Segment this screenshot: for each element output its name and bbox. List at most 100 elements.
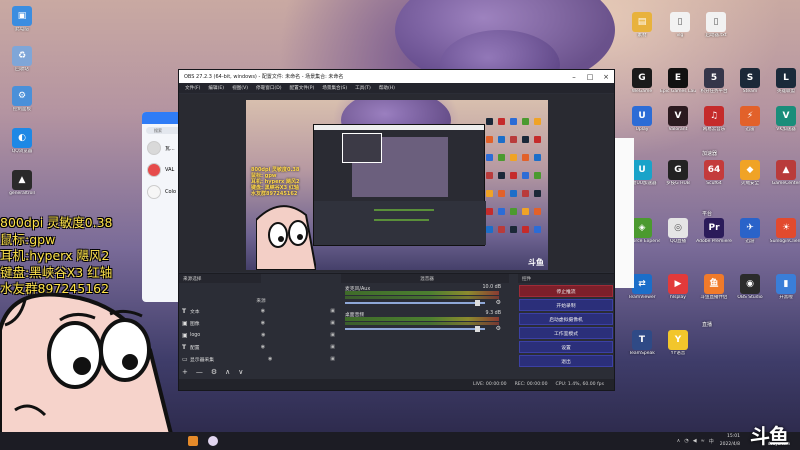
lock-icon[interactable]: ▣ xyxy=(330,344,335,350)
volume-slider[interactable] xyxy=(345,302,485,304)
desktop-shortcut[interactable]: G WeGame xyxy=(624,68,660,95)
desktop-shortcut[interactable]: ▣ 此电脑 xyxy=(4,6,40,33)
source-settings-icon[interactable]: ⚙ xyxy=(211,368,217,376)
desktop-shortcut-label: 回收站 xyxy=(15,67,29,72)
desktop-shortcut-thumbnail xyxy=(534,154,541,161)
menu-item[interactable]: 场景集合(S) xyxy=(322,85,347,91)
visibility-eye-icon[interactable]: ◉ xyxy=(261,344,265,350)
lock-icon[interactable]: ▣ xyxy=(330,332,335,338)
desktop-shortcut[interactable]: Y YY语音 xyxy=(660,330,696,357)
lock-icon[interactable]: ▣ xyxy=(330,308,335,314)
game-center-icon: ▲ xyxy=(776,160,796,180)
source-item[interactable]: ▣ 图像 ◉ ▣ xyxy=(179,317,339,329)
desktop-shortcut[interactable]: ▲ generaltroll xyxy=(4,170,40,197)
menu-item[interactable]: 视图(V) xyxy=(232,85,248,91)
exit-button[interactable]: 退出 xyxy=(519,355,613,367)
desktop-shortcut[interactable]: L 英雄联盟 xyxy=(768,68,800,95)
desktop-shortcut[interactable]: T TeamSpeak xyxy=(624,330,660,357)
desktop-shortcut-label: 开黑啦 xyxy=(779,295,793,300)
desktop-shortcut[interactable]: ◉ OBS Studio xyxy=(732,274,768,301)
desktop-shortcut[interactable]: ▤ 素材 xyxy=(624,12,660,39)
desktop-shortcut[interactable]: ▮ 开黑啦 xyxy=(768,274,800,301)
obs-icon: ◉ xyxy=(740,274,760,294)
close-icon[interactable]: × xyxy=(598,73,614,81)
premiere-icon: Pr xyxy=(704,218,724,238)
volume-slider-handle[interactable] xyxy=(475,300,480,306)
lock-icon[interactable]: ▣ xyxy=(330,320,335,326)
desktop-shortcut[interactable]: U Uplay xyxy=(624,106,660,133)
desktop-shortcut[interactable]: ▶ hlsplay xyxy=(660,274,696,301)
desktop-shortcut[interactable]: ◎ QQ直播 xyxy=(660,218,696,245)
studio-mode-button[interactable]: 工作室模式 xyxy=(519,327,613,339)
desktop-shortcut[interactable]: ⚙ 控制面板 xyxy=(4,86,40,113)
desktop-shortcut[interactable]: Pr Adobe Premiere xyxy=(696,218,732,245)
desktop-shortcut-thumbnail xyxy=(522,208,529,215)
desktop-shortcut-label: 斗鱼直播伴侣 xyxy=(700,295,728,300)
menu-item[interactable]: 编辑(E) xyxy=(208,85,224,91)
desktop-shortcut-thumbnail xyxy=(486,208,493,215)
network-icon[interactable]: ◔ xyxy=(684,438,688,444)
menu-item[interactable]: 停靠窗口(D) xyxy=(256,85,282,91)
desktop-shortcut[interactable]: V Valorant xyxy=(660,106,696,133)
source-item[interactable]: ▣ logo ◉ ▣ xyxy=(179,329,339,341)
desktop-shortcut[interactable]: ▯ vlg xyxy=(662,12,698,39)
ime-icon[interactable]: 中 xyxy=(709,438,714,445)
obs-titlebar[interactable]: OBS 27.2.3 (64-bit, windows) - 配置文件: 未命名… xyxy=(179,70,614,83)
obs-window[interactable]: OBS 27.2.3 (64-bit, windows) - 配置文件: 未命名… xyxy=(178,69,615,391)
volume-slider-handle[interactable] xyxy=(475,326,480,332)
menu-item[interactable]: 帮助(H) xyxy=(379,85,395,91)
visibility-eye-icon[interactable]: ◉ xyxy=(268,356,272,362)
desktop-shortcut[interactable]: 64 Scuf64 xyxy=(696,160,732,187)
visibility-eye-icon[interactable]: ◉ xyxy=(261,320,265,326)
taskbar-app-icon[interactable] xyxy=(188,436,198,446)
start-recording-button[interactable]: 开始录制 xyxy=(519,299,613,311)
visibility-eye-icon[interactable]: ◉ xyxy=(261,332,265,338)
source-item[interactable]: T 配置 ◉ ▣ xyxy=(179,341,339,353)
desktop-shortcut[interactable]: ✈ 迅游 xyxy=(732,218,768,245)
desktop-shortcut[interactable]: 鱼斗鱼直播伴侣 xyxy=(696,274,732,301)
menu-item[interactable]: 文件(F) xyxy=(185,85,200,91)
desktop-shortcut[interactable]: 5 积分任务平台 xyxy=(696,68,732,95)
desktop-shortcut[interactable]: G 罗技G HUB xyxy=(660,160,696,187)
desktop-shortcut-thumbnail xyxy=(510,118,517,125)
obs-preview-canvas[interactable]: 800dpi 灵敏度0.38 鼠标: gpw 耳机: hyperx 飓风2 键盘… xyxy=(246,100,548,270)
desktop-shortcut[interactable]: ♻ 回收站 xyxy=(4,46,40,73)
move-up-icon[interactable]: ∧ xyxy=(225,368,230,376)
menu-item[interactable]: 配置文件(P) xyxy=(290,85,315,91)
source-item[interactable]: T 文本 ◉ ▣ xyxy=(179,305,339,317)
desktop-shortcut[interactable]: ♫ 网易云音乐 xyxy=(696,106,732,133)
minimize-icon[interactable]: – xyxy=(566,73,582,81)
lock-icon[interactable]: ▣ xyxy=(330,356,335,362)
desktop-shortcut[interactable]: ▯ 启动器.txt xyxy=(698,12,734,39)
desktop-shortcut-label: 网易云音乐 xyxy=(702,127,726,132)
canvas-brand-watermark: 斗鱼 xyxy=(528,258,544,267)
gear-icon[interactable]: ⚙ xyxy=(496,325,501,332)
stop-streaming-button[interactable]: 停止推流 xyxy=(519,285,613,297)
visibility-eye-icon[interactable]: ◉ xyxy=(261,308,265,314)
desktop-shortcut[interactable]: ◐ QQ浏览器 xyxy=(4,128,40,155)
taskbar-app-icon[interactable] xyxy=(208,436,218,446)
desktop-shortcut[interactable]: S Steam xyxy=(732,68,768,95)
remove-source-icon[interactable]: — xyxy=(196,368,203,376)
desktop-shortcut[interactable]: ⚡ 迅雷 xyxy=(732,106,768,133)
wifi-icon[interactable]: ≈ xyxy=(701,438,705,444)
source-item[interactable]: ▭ 显示器采集 ◉ ▣ xyxy=(179,353,339,365)
maximize-icon[interactable]: □ xyxy=(582,73,598,81)
settings-button[interactable]: 设置 xyxy=(519,341,613,353)
desktop-shortcut[interactable]: ☀ SunloginClient xyxy=(768,218,800,245)
tray-up-arrow-icon[interactable]: ∧ xyxy=(677,438,681,444)
menu-item[interactable]: 工具(T) xyxy=(355,85,371,91)
desktop-shortcut[interactable]: V VK加速器 xyxy=(768,106,800,133)
desktop-shortcut[interactable]: ▲ GameCenter xyxy=(768,160,800,187)
desktop-shortcut-label: YY语音 xyxy=(670,351,686,356)
gear-icon[interactable]: ⚙ xyxy=(496,299,501,306)
desktop-shortcut[interactable]: ◆ 火绒安全 xyxy=(732,160,768,187)
taskbar-clock[interactable]: 15:01 2022/4/8 xyxy=(720,433,740,449)
volume-slider[interactable] xyxy=(345,328,485,330)
mixer-channel: 麦克风/Aux 10.0 dB ⚙ xyxy=(341,283,509,309)
volume-icon[interactable]: ◀ xyxy=(693,438,697,444)
desktop-shortcut[interactable]: EEpic Games Launcher xyxy=(660,68,696,95)
move-down-icon[interactable]: ∨ xyxy=(238,368,243,376)
add-source-icon[interactable]: + xyxy=(182,368,188,376)
start-virtual-camera-button[interactable]: 启动虚拟摄像机 xyxy=(519,313,613,325)
